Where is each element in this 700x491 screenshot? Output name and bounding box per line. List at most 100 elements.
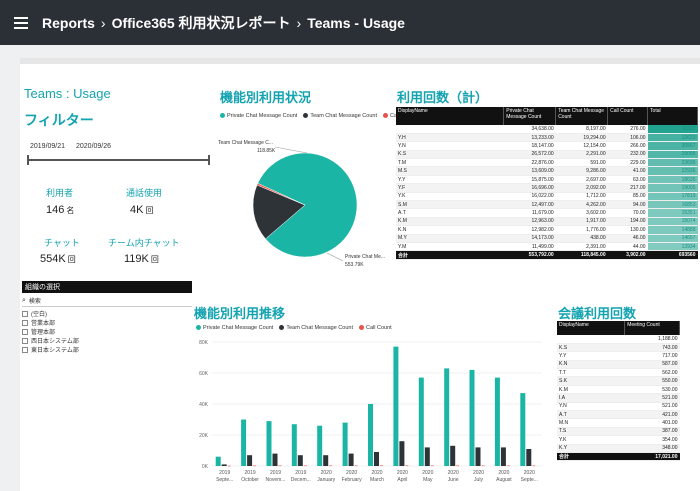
bar-team[interactable] (374, 452, 379, 466)
bar-private[interactable] (469, 369, 475, 466)
cell: 1,776.00 (555, 225, 608, 235)
table-row[interactable]: K.Y 348.00 (557, 444, 680, 453)
bar-call[interactable] (227, 465, 231, 467)
org-search[interactable]: ⌕ 検索 (22, 296, 192, 306)
column-header[interactable]: Team Chat Message Count (555, 107, 609, 125)
bar-team[interactable] (424, 447, 430, 466)
org-item[interactable]: (空白) (22, 309, 192, 318)
bar-private[interactable] (520, 393, 526, 466)
org-item[interactable]: 西日本システム部 (22, 336, 192, 345)
table-row[interactable]: T.M 22,876.00 591.00 229.00 23696 (396, 158, 698, 168)
bar-team[interactable] (221, 464, 227, 466)
table-row[interactable]: S.K 550.00 (557, 376, 680, 386)
column-header[interactable]: DisplayName (396, 107, 505, 125)
table-row[interactable]: Y.H 13,233.00 19,294.00 106.00 32633 (396, 133, 698, 143)
date-slider-track[interactable] (28, 159, 210, 161)
table-row[interactable]: K.S 26,572.00 2,291.00 232.00 29095 (396, 150, 698, 160)
filter-title: フィルター (24, 112, 94, 128)
org-search-input[interactable]: 検索 (29, 296, 41, 305)
bar-call[interactable] (532, 465, 536, 467)
column-header[interactable]: Call Count (607, 107, 649, 125)
bar-private[interactable] (368, 404, 373, 466)
bar-private[interactable] (241, 419, 247, 467)
bar-chart: 0K20K40K60K80K 2019Septe...2019October20… (199, 340, 542, 483)
table-row[interactable]: Y.F 16,696.00 2,092.00 217.00 19005 (396, 183, 698, 193)
bar-private[interactable] (317, 425, 323, 466)
checkbox[interactable] (22, 337, 28, 344)
bar-private[interactable] (291, 424, 297, 466)
bar-call[interactable] (278, 465, 282, 467)
date-to[interactable]: 2020/09/26 (76, 143, 111, 150)
table-row[interactable]: Y.Y 15,875.00 2,697.00 63.00 18635 (396, 175, 698, 185)
bar-team[interactable] (475, 447, 481, 466)
bar-private[interactable] (342, 422, 348, 466)
table-row[interactable]: K.M 530.00 (557, 385, 680, 395)
bar-call[interactable] (506, 465, 510, 467)
bar-team[interactable] (247, 455, 253, 466)
bar-call[interactable] (253, 465, 257, 467)
org-item[interactable]: 営業本部 (22, 318, 192, 327)
cell: 130.00 (607, 225, 648, 235)
table-row[interactable]: M.Y 14,173.00 438.00 46.00 14657 (396, 234, 698, 243)
bar-private[interactable] (418, 377, 424, 466)
table-row[interactable]: K.N 12,982.00 1,776.00 130.00 14888 (396, 225, 698, 235)
checkbox[interactable] (22, 310, 28, 317)
checkbox[interactable] (22, 319, 28, 326)
bar-call[interactable] (430, 465, 434, 467)
bar-call[interactable] (380, 465, 383, 466)
table-row[interactable]: M.N 401.00 (557, 418, 680, 428)
table-row[interactable]: Y.N 18,147.00 12,154.00 266.00 30567 (396, 141, 698, 151)
table-row[interactable]: K.M 12,963.00 1,917.00 194.00 15074 (396, 217, 698, 227)
table-row[interactable]: A.T 11,679.00 3,602.00 70.00 15351 (396, 208, 698, 218)
column-header[interactable]: Meeting Count (624, 321, 680, 335)
table-row[interactable]: I.A 521.00 (557, 393, 680, 403)
bar-call[interactable] (456, 465, 460, 467)
bar-team[interactable] (348, 453, 354, 466)
bar-team[interactable] (272, 453, 278, 466)
column-header[interactable]: Private Chat Message Count (503, 107, 557, 125)
bar-team[interactable] (500, 447, 506, 466)
bar-team[interactable] (399, 441, 405, 466)
table-row[interactable]: Y.N 521.00 (557, 402, 680, 412)
bar-call[interactable] (481, 465, 485, 467)
checkbox[interactable] (22, 328, 28, 335)
bar-private[interactable] (494, 377, 500, 466)
column-header[interactable]: Total (647, 107, 698, 125)
column-header[interactable]: DisplayName (557, 321, 626, 335)
table-row[interactable]: Y.K 16,022.00 1,712.00 85.00 17819 (396, 192, 698, 202)
table-row[interactable]: Y.Y 717.00 (557, 351, 680, 361)
table-row[interactable]: K.S 743.00 (557, 343, 680, 353)
table-row[interactable]: A.T 421.00 (557, 410, 680, 420)
breadcrumb-report[interactable]: Office365 利用状況レポート (112, 13, 291, 33)
table-row[interactable]: Y.M 11,499.00 2,391.00 44.00 13934 (396, 242, 698, 252)
table-row[interactable]: 34,638.00 8,197.00 276.00 43111 (396, 125, 698, 134)
bar-private[interactable] (393, 346, 399, 466)
bar-team[interactable] (297, 455, 303, 466)
bar-team[interactable] (450, 445, 456, 466)
bar-private[interactable] (215, 456, 221, 466)
table-row[interactable]: T.T 562.00 (557, 368, 680, 378)
org-item[interactable]: 管理本部 (22, 327, 192, 336)
table-row[interactable]: 1,188.00 (557, 335, 680, 344)
bar-team[interactable] (526, 449, 532, 466)
breadcrumb-reports[interactable]: Reports (42, 15, 95, 31)
x-tick-label: April (397, 477, 407, 483)
table-row[interactable]: Y.K 354.00 (557, 435, 680, 445)
table-row[interactable]: M.S 13,609.00 9,286.00 41.00 22936 (396, 166, 698, 176)
date-slider-handle-start[interactable] (27, 155, 29, 165)
org-item[interactable]: 東日本システム部 (22, 345, 192, 354)
table-row[interactable]: K.N 587.00 (557, 360, 680, 370)
bar-private[interactable] (444, 368, 450, 466)
bar-team[interactable] (323, 455, 329, 466)
date-slider-handle-end[interactable] (208, 155, 210, 165)
bar-call[interactable] (329, 465, 333, 467)
table-row[interactable]: S.M 12,497.00 4,262.00 94.00 16853 (396, 200, 698, 210)
bar-call[interactable] (405, 465, 409, 466)
bar-call[interactable] (303, 465, 307, 467)
checkbox[interactable] (22, 346, 28, 353)
table-row[interactable]: T.S 387.00 (557, 427, 680, 437)
date-from[interactable]: 2019/09/21 (30, 143, 65, 150)
menu-icon[interactable] (14, 14, 28, 32)
bar-private[interactable] (266, 421, 272, 466)
bar-call[interactable] (354, 465, 358, 467)
